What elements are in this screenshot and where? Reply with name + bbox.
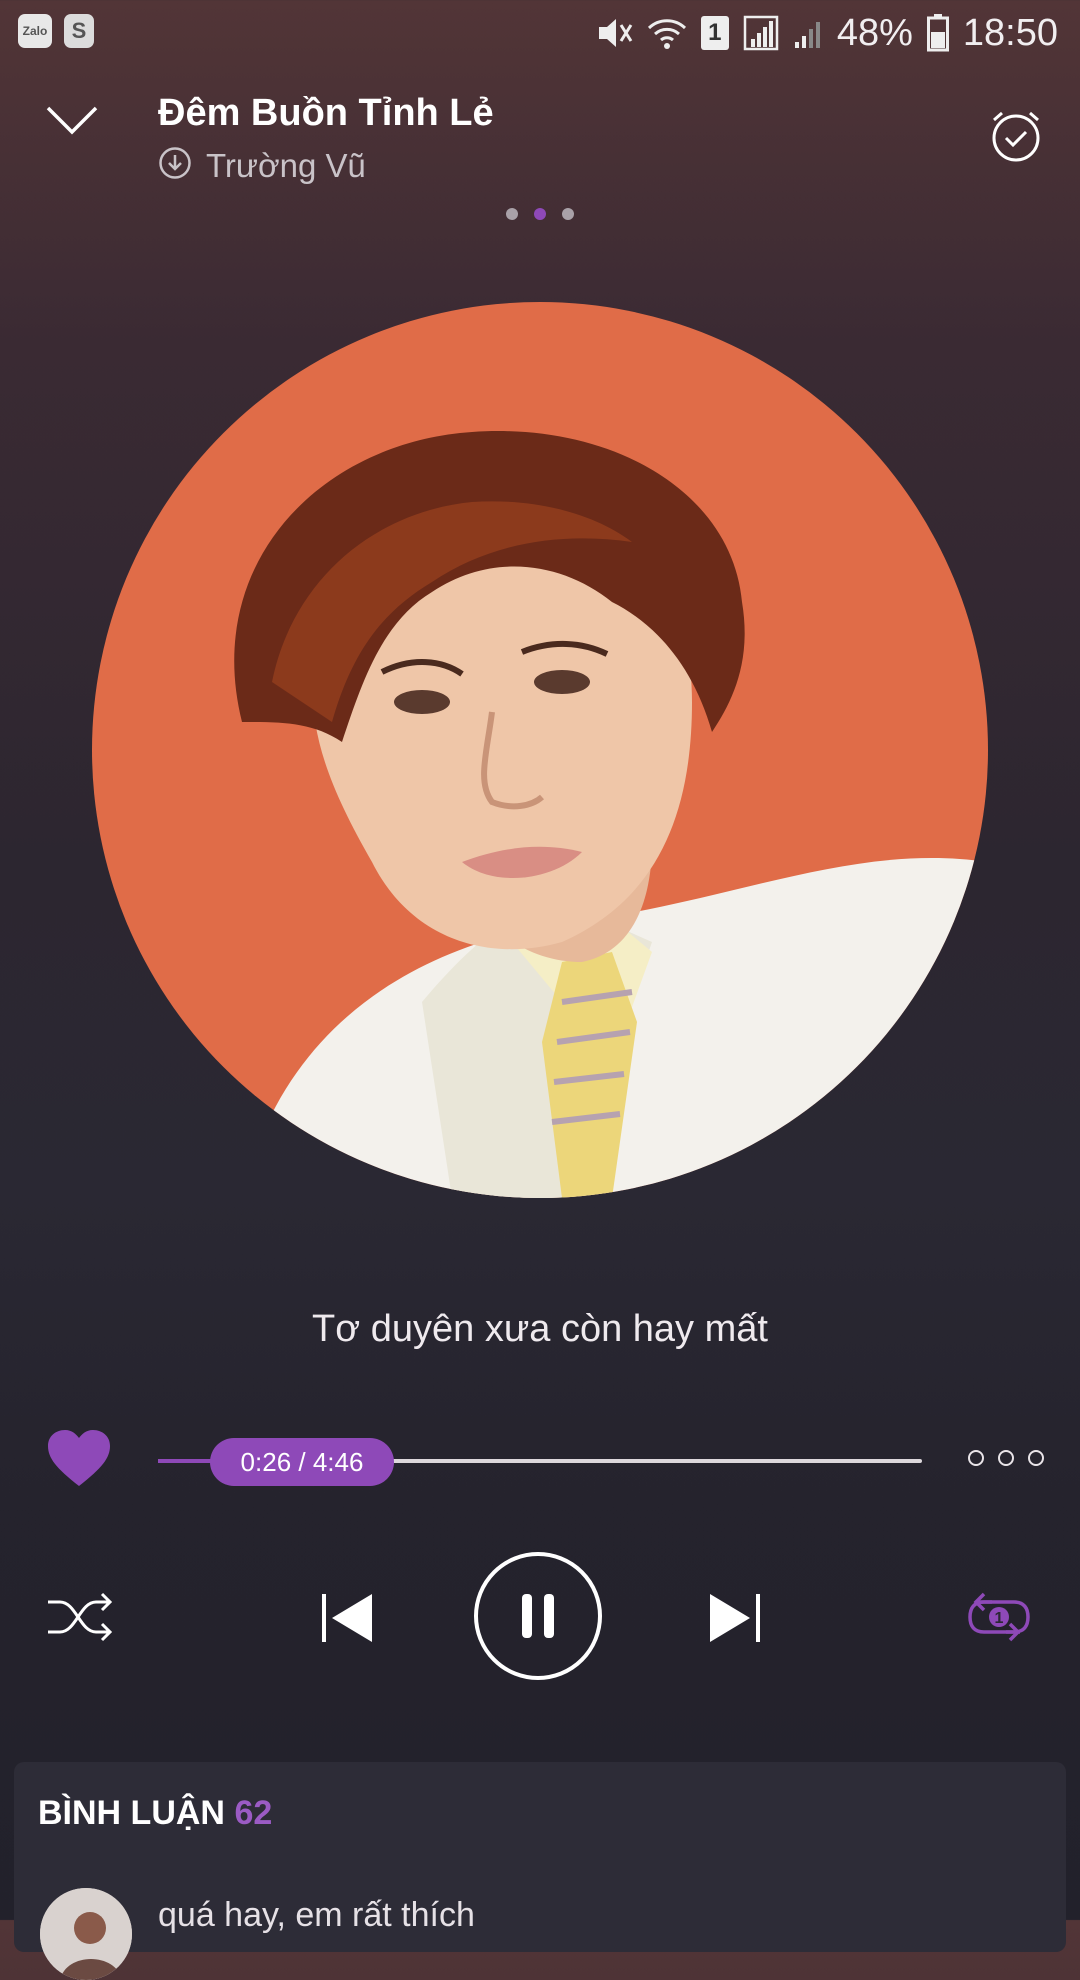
comments-count: 62 [234, 1794, 273, 1832]
sim-badge: 1 [700, 16, 729, 50]
battery-icon [926, 14, 949, 52]
pause-button[interactable] [474, 1552, 602, 1680]
progress-time-thumb[interactable]: 0:26 / 4:46 [210, 1438, 394, 1486]
page-dot[interactable] [562, 208, 574, 220]
battery-percent: 48% [836, 11, 913, 54]
mute-icon [595, 15, 633, 51]
more-options-icon[interactable] [968, 1450, 1044, 1466]
svg-text:1: 1 [995, 1610, 1004, 1627]
wifi-icon [647, 16, 687, 50]
repeat-one-icon[interactable]: 1 [966, 1588, 1032, 1646]
status-bar: Zalo S 1 48% 18:50 [0, 0, 1080, 66]
download-icon[interactable] [158, 146, 192, 185]
previous-track-icon[interactable] [318, 1588, 376, 1648]
sleep-timer-alarm-icon[interactable] [988, 108, 1044, 164]
pause-icon [522, 1594, 554, 1638]
current-lyric: Tơ duyên xưa còn hay mất [312, 1308, 768, 1350]
page-dot-active[interactable] [534, 208, 546, 220]
next-track-icon[interactable] [706, 1588, 764, 1648]
comment-text: quá hay, em rất thích [158, 1896, 475, 1934]
signal-icon [743, 15, 779, 51]
signal-2-icon [793, 16, 823, 50]
zalo-notification-icon: Zalo [18, 14, 52, 48]
s-app-notification-icon: S [64, 14, 94, 48]
page-dot[interactable] [506, 208, 518, 220]
song-title: Đêm Buồn Tỉnh Lẻ [158, 92, 494, 134]
album-artwork [92, 302, 988, 1198]
collapse-chevron-down-icon[interactable] [42, 100, 102, 140]
status-right: 1 48% 18:50 [595, 10, 1058, 56]
favorite-heart-icon[interactable] [46, 1428, 112, 1488]
artist-row[interactable]: Trường Vũ [158, 146, 366, 185]
artist-name[interactable]: Trường Vũ [206, 147, 366, 185]
comments-label: BÌNH LUẬN [38, 1794, 225, 1832]
comments-title[interactable]: BÌNH LUẬN 62 [38, 1794, 272, 1833]
clock: 18:50 [962, 11, 1058, 54]
page-indicator [506, 208, 574, 220]
shuffle-icon[interactable] [46, 1592, 114, 1642]
avatar[interactable] [40, 1888, 132, 1980]
